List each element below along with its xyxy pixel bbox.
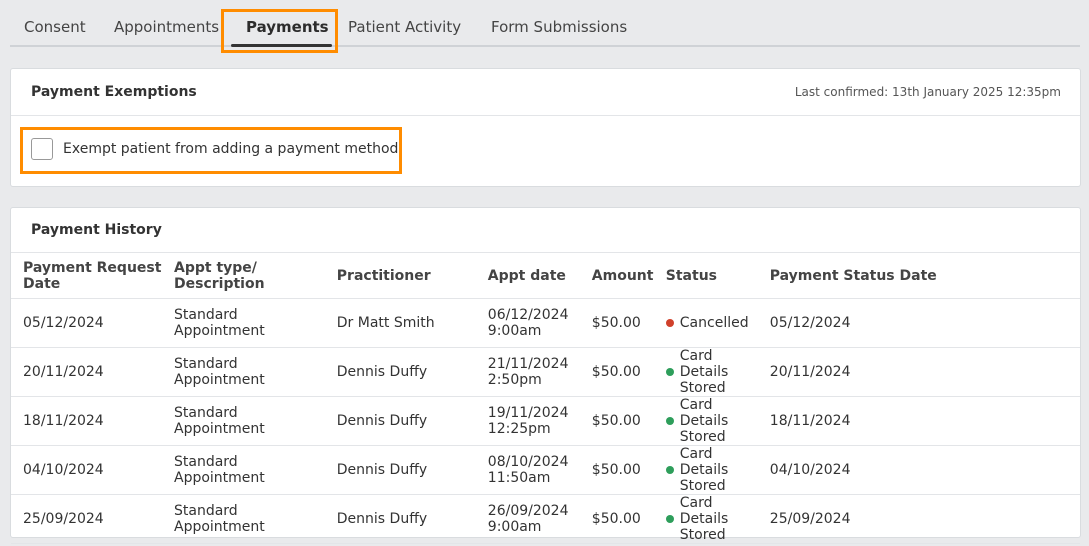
status-dot-icon bbox=[665, 319, 674, 327]
status-date-cell: 04/10/2024 bbox=[757, 445, 1080, 495]
amount-cell: $50.00 bbox=[579, 347, 654, 397]
appt-date-cell: 19/11/2024 12:25pm bbox=[475, 396, 580, 446]
status-date-cell: 20/11/2024 bbox=[757, 347, 1080, 397]
tab-appointments[interactable]: Appointments bbox=[114, 0, 219, 45]
status-indicator: Card Details Stored bbox=[665, 348, 758, 396]
appt-type-cell: Standard Appointment bbox=[162, 347, 325, 397]
status-indicator: Card Details Stored bbox=[665, 446, 758, 494]
col-practitioner[interactable]: Practitioner bbox=[324, 252, 476, 299]
last-confirmed-text: Last confirmed: 13th January 2025 12:35p… bbox=[794, 85, 1061, 99]
table-row[interactable]: 18/11/2024 Standard Appointment Dennis Duf… bbox=[11, 396, 1080, 446]
payment-history-title: Payment History bbox=[31, 222, 162, 238]
status-dot-icon bbox=[665, 368, 674, 376]
appt-type-cell: Standard Appointment bbox=[162, 298, 325, 348]
tab-patient-activity[interactable]: Patient Activity bbox=[348, 0, 461, 45]
status-text: Card Details Stored bbox=[679, 348, 729, 396]
table-header-row: Payment Request Date Appt type/ Descript… bbox=[11, 252, 1080, 299]
col-status[interactable]: Status bbox=[653, 252, 758, 299]
appt-type-cell: Standard Appointment bbox=[162, 396, 325, 446]
tab-bar: Consent Appointments Payments Patient Ac… bbox=[10, 0, 1080, 47]
exempt-checkbox-label[interactable]: Exempt patient from adding a payment met… bbox=[63, 138, 398, 160]
status-indicator: Card Details Stored bbox=[665, 495, 758, 543]
status-indicator: Cancelled bbox=[665, 315, 758, 331]
status-date-cell: 18/11/2024 bbox=[757, 396, 1080, 446]
request-date-cell: 20/11/2024 bbox=[11, 347, 162, 397]
tab-form-submissions[interactable]: Form Submissions bbox=[491, 0, 627, 45]
col-appt-type[interactable]: Appt type/ Description bbox=[162, 252, 325, 299]
status-text: Card Details Stored bbox=[679, 495, 729, 543]
table-row[interactable]: 25/09/2024 Standard Appointment Dennis Duf… bbox=[11, 494, 1080, 544]
practitioner-cell: Dennis Duffy bbox=[324, 396, 476, 446]
status-indicator: Card Details Stored bbox=[665, 397, 758, 445]
status-text: Cancelled bbox=[679, 315, 749, 331]
request-date-cell: 25/09/2024 bbox=[11, 494, 162, 544]
practitioner-cell: Dennis Duffy bbox=[324, 445, 476, 495]
practitioner-cell: Dr Matt Smith bbox=[324, 298, 476, 348]
request-date-cell: 18/11/2024 bbox=[11, 396, 162, 446]
col-payment-status-date[interactable]: Payment Status Date bbox=[757, 252, 1080, 299]
status-dot-icon bbox=[665, 466, 674, 474]
amount-cell: $50.00 bbox=[579, 396, 654, 446]
col-amount[interactable]: Amount bbox=[579, 252, 654, 299]
appt-date-cell: 08/10/2024 11:50am bbox=[475, 445, 580, 495]
col-appt-date[interactable]: Appt date bbox=[475, 252, 580, 299]
payment-history-card: Payment History Payment Request Date App… bbox=[10, 207, 1081, 544]
appt-date-cell: 06/12/2024 9:00am bbox=[475, 298, 580, 348]
practitioner-cell: Dennis Duffy bbox=[324, 494, 476, 544]
appt-date-cell: 21/11/2024 2:50pm bbox=[475, 347, 580, 397]
payment-exemptions-card: Payment Exemptions Last confirmed: 13th … bbox=[10, 68, 1081, 187]
appt-type-cell: Standard Appointment bbox=[162, 494, 325, 544]
request-date-cell: 05/12/2024 bbox=[11, 298, 162, 348]
tab-consent[interactable]: Consent bbox=[24, 0, 86, 45]
request-date-cell: 04/10/2024 bbox=[11, 445, 162, 495]
status-cell: Cancelled bbox=[653, 298, 758, 348]
status-text: Card Details Stored bbox=[679, 397, 729, 445]
status-date-cell: 25/09/2024 bbox=[757, 494, 1080, 544]
col-payment-request-date[interactable]: Payment Request Date bbox=[11, 252, 162, 299]
amount-cell: $50.00 bbox=[579, 445, 654, 495]
payment-exemptions-title: Payment Exemptions bbox=[31, 84, 197, 100]
payment-history-header: Payment History bbox=[11, 208, 1080, 252]
status-date-cell: 05/12/2024 bbox=[757, 298, 1080, 348]
amount-cell: $50.00 bbox=[579, 494, 654, 544]
table-row[interactable]: 05/12/2024 Standard Appointment Dr Matt Sm… bbox=[11, 298, 1080, 348]
status-dot-icon bbox=[665, 515, 674, 523]
status-cell: Card Details Stored bbox=[653, 494, 758, 544]
appt-date-cell: 26/09/2024 9:00am bbox=[475, 494, 580, 544]
appt-type-cell: Standard Appointment bbox=[162, 445, 325, 495]
payment-exemptions-header: Payment Exemptions Last confirmed: 13th … bbox=[11, 69, 1080, 116]
tab-highlight-box bbox=[221, 9, 338, 53]
practitioner-cell: Dennis Duffy bbox=[324, 347, 476, 397]
exempt-checkbox[interactable] bbox=[31, 138, 53, 160]
table-row[interactable]: 20/11/2024 Standard Appointment Dennis Duf… bbox=[11, 347, 1080, 397]
status-cell: Card Details Stored bbox=[653, 445, 758, 495]
table-row[interactable]: 04/10/2024 Standard Appointment Dennis Duf… bbox=[11, 445, 1080, 495]
status-cell: Card Details Stored bbox=[653, 347, 758, 397]
amount-cell: $50.00 bbox=[579, 298, 654, 348]
payment-history-table: Payment Request Date Appt type/ Descript… bbox=[11, 252, 1080, 544]
status-cell: Card Details Stored bbox=[653, 396, 758, 446]
status-text: Card Details Stored bbox=[679, 446, 729, 494]
status-dot-icon bbox=[665, 417, 674, 425]
